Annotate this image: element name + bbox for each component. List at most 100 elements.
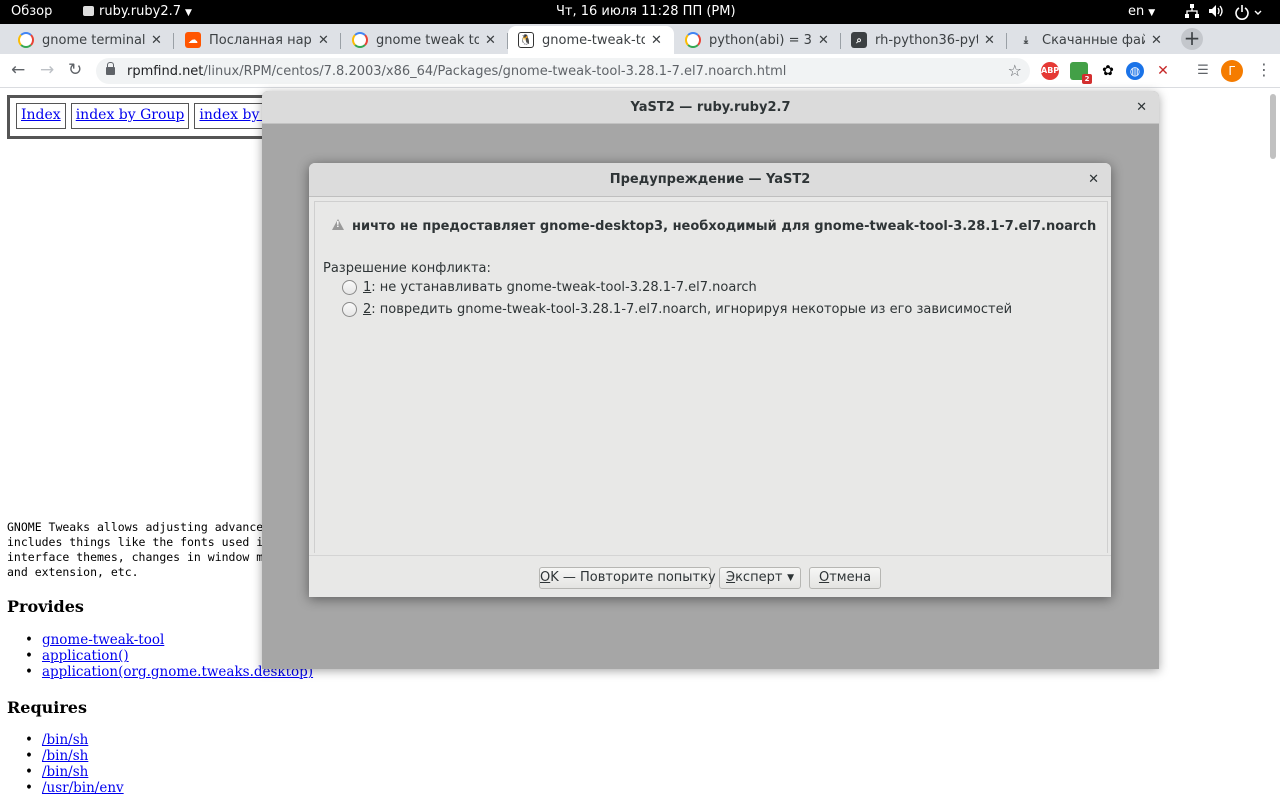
nav-cell: index by Group xyxy=(70,103,190,129)
new-tab-button[interactable]: + xyxy=(1181,28,1203,50)
cancel-button[interactable]: Отмена xyxy=(809,567,881,589)
close-icon[interactable]: ✕ xyxy=(818,33,832,48)
close-icon[interactable]: ✕ xyxy=(651,33,665,48)
warning-dialog-titlebar: Предупреждение — YaST2 ✕ xyxy=(309,163,1111,197)
browser-tab[interactable]: gnome terminal sh ✕ xyxy=(8,26,174,54)
mnemonic: Э xyxy=(726,570,736,585)
queue-icon[interactable]: ☰ xyxy=(1194,62,1212,80)
requires-link[interactable]: /usr/bin/env xyxy=(42,780,124,796)
option-label: : не устанавливать gnome-tweak-tool-3.28… xyxy=(371,280,757,295)
list-item: /bin/sh xyxy=(25,764,124,780)
network-icon[interactable] xyxy=(1185,4,1199,22)
radio-button[interactable] xyxy=(342,280,357,295)
lock-icon xyxy=(106,62,115,75)
search-icon: ⌕ xyxy=(851,32,867,48)
browser-tab[interactable]: ⌕ rh-python36-pyth ✕ xyxy=(841,26,1007,54)
extension-badge-icon[interactable]: 2 xyxy=(1070,62,1092,84)
yast-window-titlebar: YaST2 — ruby.ruby2.7 ✕ xyxy=(262,91,1159,124)
bookmark-star-icon[interactable]: ☆ xyxy=(1008,61,1022,80)
chevron-down-icon: ▼ xyxy=(787,573,794,583)
option-mnemonic: 2 xyxy=(363,302,372,317)
browser-tab-active[interactable]: 🐧 gnome-tweak-too ✕ xyxy=(508,26,674,54)
tab-title: gnome-tweak-too xyxy=(542,32,645,48)
index-link[interactable]: Index xyxy=(21,107,61,123)
globe-icon[interactable]: ◍ xyxy=(1126,62,1144,80)
close-icon[interactable]: ✕ xyxy=(318,33,332,48)
tab-title: python(abi) = 3.6 xyxy=(709,32,812,48)
button-label: тмена xyxy=(829,570,872,585)
tab-title: rh-python36-pyth xyxy=(875,32,978,48)
close-icon[interactable]: ✕ xyxy=(1136,91,1147,124)
browser-tab[interactable]: gnome tweak tool ✕ xyxy=(342,26,508,54)
browser-tab[interactable]: ⤓ Скачанные файлы ✕ xyxy=(1008,26,1174,54)
keyboard-layout-label: en xyxy=(1128,4,1145,19)
package-description: GNOME Tweaks allows adjusting advance in… xyxy=(7,520,264,579)
tab-title: gnome tweak tool xyxy=(376,32,479,48)
warning-message: ничто не предоставляет gnome-desktop3, н… xyxy=(332,219,1096,234)
forward-arrow-icon[interactable]: → xyxy=(40,60,54,80)
page-scrollbar[interactable] xyxy=(1270,94,1276,159)
extension-badge-count: 2 xyxy=(1082,74,1092,84)
list-item: /bin/sh xyxy=(25,732,124,748)
url-host: rpmfind.net xyxy=(127,63,204,79)
tools-icon[interactable]: ✕ xyxy=(1154,62,1172,80)
provides-link[interactable]: application() xyxy=(42,648,129,664)
close-icon[interactable]: ✕ xyxy=(1088,163,1099,197)
yast-window-title: YaST2 — ruby.ruby2.7 xyxy=(630,100,791,115)
tab-separator xyxy=(1006,33,1007,49)
mnemonic: O xyxy=(540,570,551,585)
power-icon[interactable] xyxy=(1235,4,1265,24)
app-menu-button[interactable]: ruby.ruby2.7 ▼ xyxy=(83,4,192,19)
list-item: /usr/bin/env xyxy=(25,780,124,796)
tab-separator xyxy=(340,33,341,49)
back-arrow-icon[interactable]: ← xyxy=(11,60,25,80)
requires-link[interactable]: /bin/sh xyxy=(42,748,88,764)
index-by-group-link[interactable]: index by Group xyxy=(76,107,185,123)
list-item: /bin/sh xyxy=(25,748,124,764)
tab-title: Скачанные файлы xyxy=(1042,32,1145,48)
google-icon xyxy=(18,32,34,48)
close-icon[interactable]: ✕ xyxy=(151,33,165,48)
close-icon[interactable]: ✕ xyxy=(984,33,998,48)
close-icon[interactable]: ✕ xyxy=(1151,33,1165,48)
profile-avatar[interactable]: Г xyxy=(1221,60,1243,82)
resolution-option-2[interactable]: 2: повредить gnome-tweak-tool-3.28.1-7.e… xyxy=(342,302,1012,317)
warning-dialog-title: Предупреждение — YaST2 xyxy=(609,172,811,187)
tux-icon: 🐧 xyxy=(518,32,534,48)
provides-link[interactable]: gnome-tweak-tool xyxy=(42,632,164,648)
ok-retry-button[interactable]: OK — Повторите попытку xyxy=(539,567,716,589)
requires-link[interactable]: /bin/sh xyxy=(42,764,88,780)
requires-link[interactable]: /bin/sh xyxy=(42,732,88,748)
volume-icon[interactable] xyxy=(1208,4,1224,22)
chevron-down-icon: ▼ xyxy=(185,8,192,18)
adblock-plus-icon[interactable]: ABP xyxy=(1041,62,1059,80)
gnome-extension-icon[interactable]: ✿ xyxy=(1099,62,1117,80)
close-icon[interactable]: ✕ xyxy=(485,33,499,48)
requires-heading: Requires xyxy=(7,698,87,717)
browser-toolbar: ← → ↻ rpmfind.net/linux/RPM/centos/7.8.2… xyxy=(0,54,1280,88)
url-path: /linux/RPM/centos/7.8.2003/x86_64/Packag… xyxy=(203,63,787,79)
tab-separator xyxy=(173,33,174,49)
mnemonic: О xyxy=(818,570,830,585)
dialog-button-bar: OK — Повторите попытку Эксперт ▼ Отмена xyxy=(309,555,1111,597)
tab-title: gnome terminal sh xyxy=(42,32,145,48)
radio-button[interactable] xyxy=(342,302,357,317)
option-mnemonic: 1 xyxy=(363,280,372,295)
kebab-menu-icon[interactable]: ⋮ xyxy=(1256,60,1272,79)
clock[interactable]: Чт, 16 июля 11:28 ПП (PM) xyxy=(556,4,736,19)
resolution-option-1[interactable]: 1: не устанавливать gnome-tweak-tool-3.2… xyxy=(342,280,757,295)
activities-button[interactable]: Обзор xyxy=(11,4,52,19)
warning-message-text: ничто не предоставляет gnome-desktop3, н… xyxy=(352,219,1097,234)
reload-icon[interactable]: ↻ xyxy=(68,60,82,80)
browser-tab[interactable]: python(abi) = 3.6 ✕ xyxy=(675,26,841,54)
browser-tab[interactable]: ☁ Посланная нар ✕ xyxy=(175,26,341,54)
address-bar[interactable]: rpmfind.net/linux/RPM/centos/7.8.2003/x8… xyxy=(96,58,1030,84)
app-icon xyxy=(83,6,94,16)
keyboard-layout-button[interactable]: en ▼ xyxy=(1128,4,1155,19)
button-label: K — Повторите попытку xyxy=(550,570,716,585)
chevron-down-icon: ▼ xyxy=(1148,8,1156,18)
conflict-resolution-label: Разрешение конфликта: xyxy=(323,261,491,276)
download-icon: ⤓ xyxy=(1023,34,1029,46)
expert-menu-button[interactable]: Эксперт ▼ xyxy=(719,567,801,589)
requires-list: /bin/sh /bin/sh /bin/sh /usr/bin/env xyxy=(25,732,124,796)
